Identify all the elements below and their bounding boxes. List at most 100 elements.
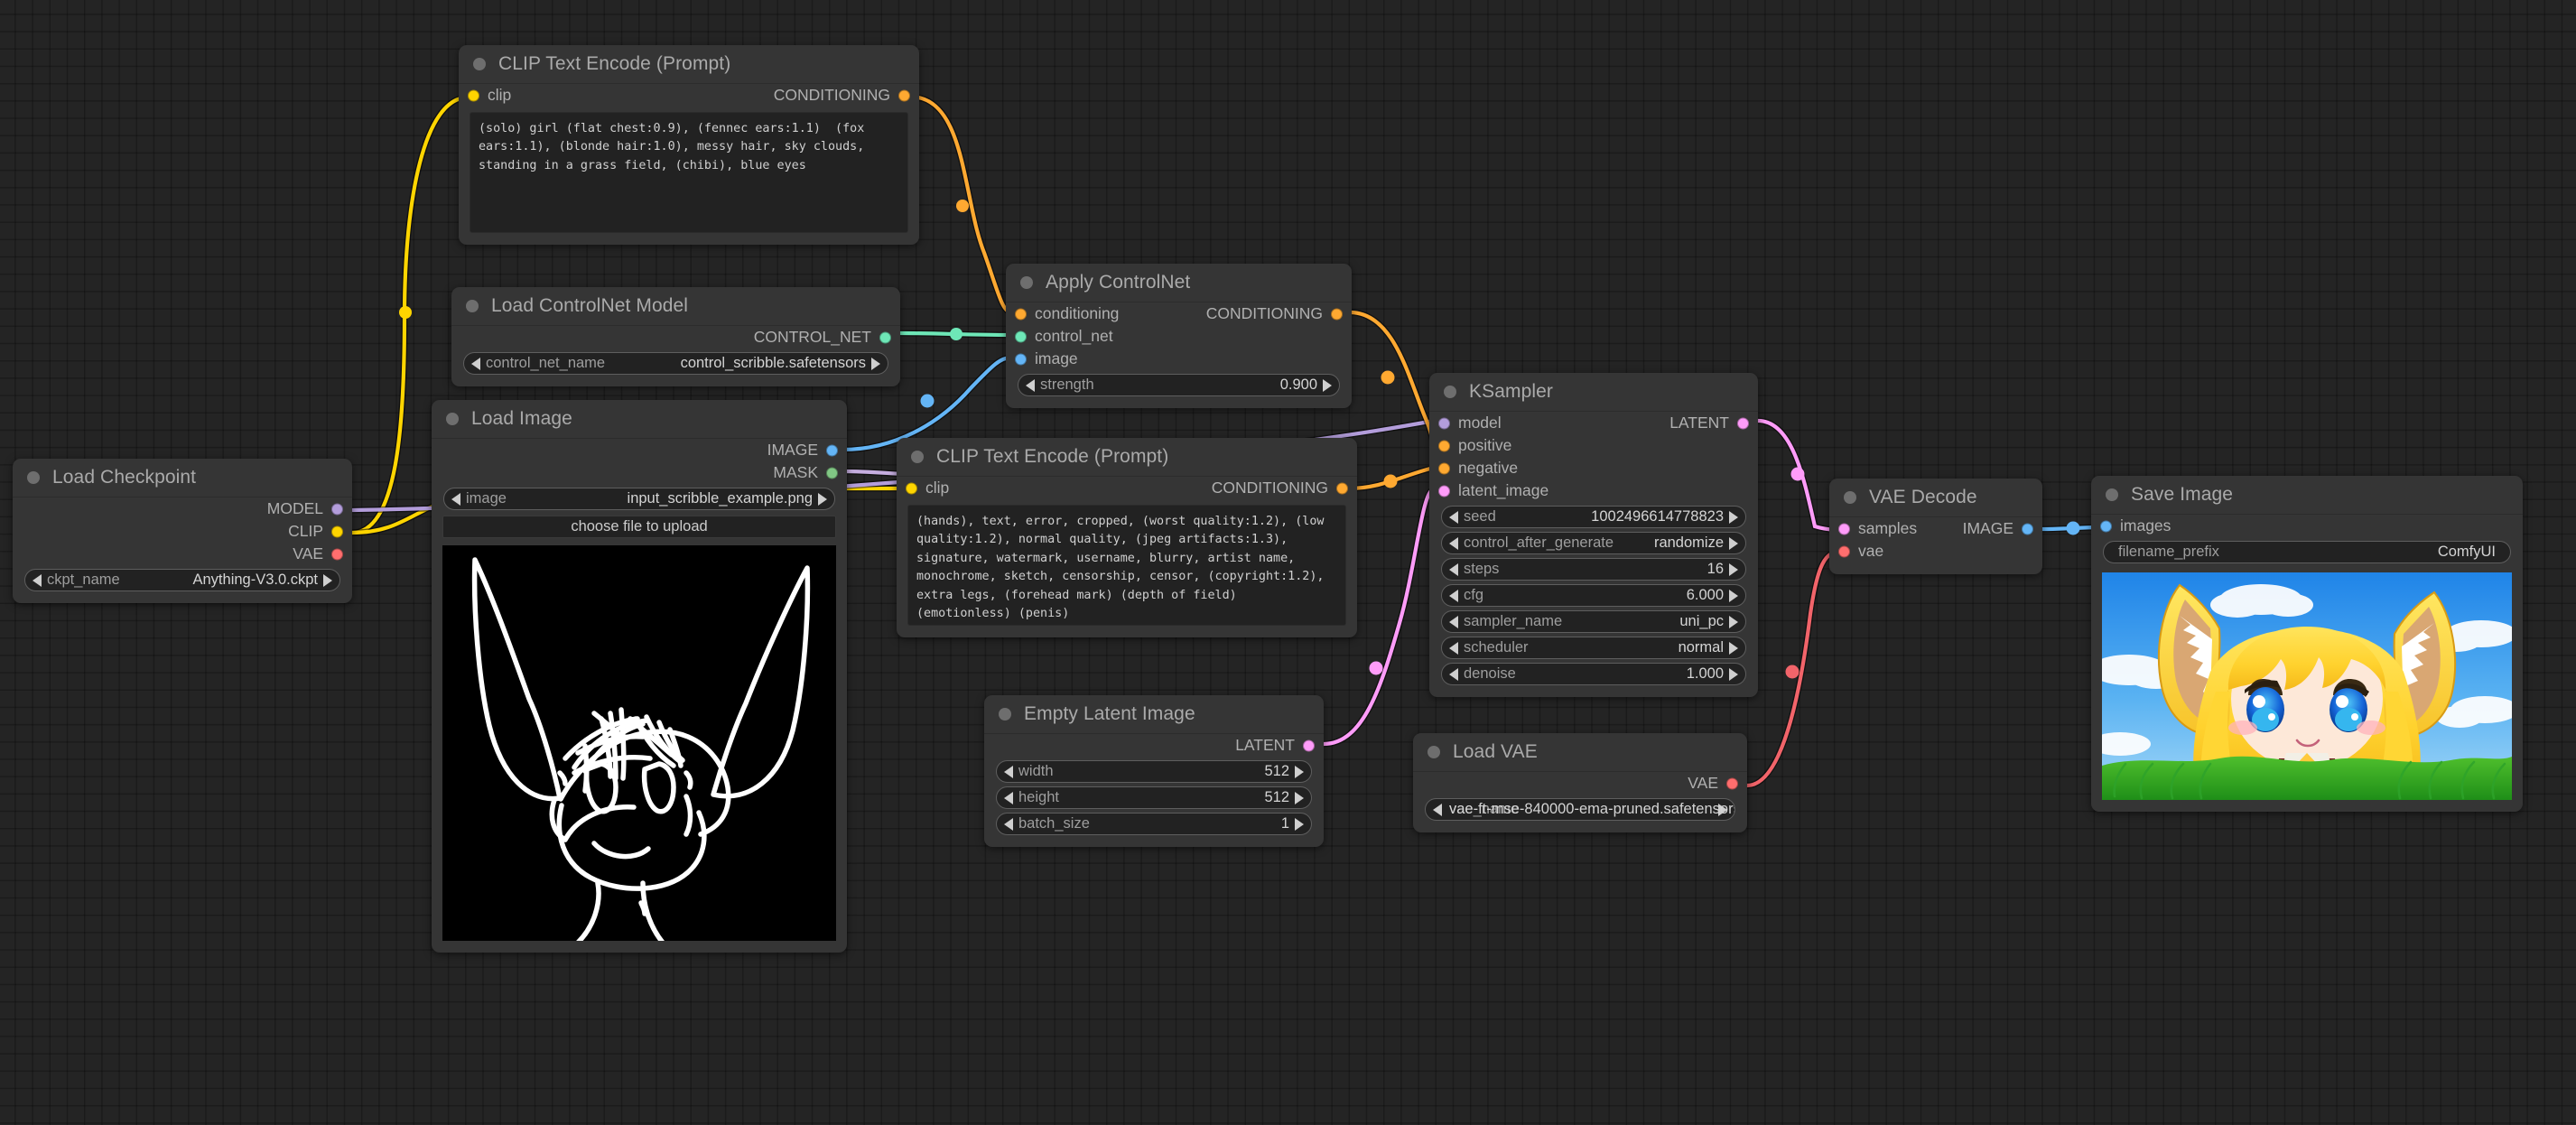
slot-dot-conditioning[interactable] — [898, 89, 910, 101]
node-title-bar[interactable]: CLIP Text Encode (Prompt) — [897, 438, 1357, 477]
output-slot-image[interactable]: IMAGE — [1829, 517, 2042, 540]
node-load-image[interactable]: Load Image IMAGE MASK image input_scribb… — [432, 400, 847, 953]
increment-arrow-icon[interactable] — [1323, 378, 1332, 392]
slot-dot-conditioning[interactable] — [1336, 482, 1348, 494]
comfyui-graph-canvas[interactable]: Load Checkpoint MODEL CLIP VAE ckpt_name… — [0, 0, 2576, 1125]
output-slot-mask[interactable]: MASK — [432, 461, 847, 484]
node-load-checkpoint[interactable]: Load Checkpoint MODEL CLIP VAE ckpt_name… — [13, 459, 352, 603]
slot-dot-latent[interactable] — [1737, 417, 1749, 429]
collapse-toggle-icon[interactable] — [911, 451, 924, 463]
decrement-arrow-icon[interactable] — [1449, 641, 1458, 655]
widget-denoise[interactable]: denoise 1.000 — [1441, 663, 1746, 685]
slot-dot-mask[interactable] — [826, 467, 838, 479]
widget-width[interactable]: width 512 — [996, 760, 1312, 783]
input-slot-control-net[interactable]: control_net — [1006, 325, 1352, 348]
decrement-arrow-icon[interactable] — [1449, 510, 1458, 524]
node-title-bar[interactable]: CLIP Text Encode (Prompt) — [459, 45, 919, 84]
decrement-arrow-icon[interactable] — [1449, 667, 1458, 681]
increment-arrow-icon[interactable] — [871, 357, 880, 370]
collapse-toggle-icon[interactable] — [1844, 491, 1856, 504]
slot-dot-latent[interactable] — [1303, 739, 1315, 751]
node-load-controlnet-model[interactable]: Load ControlNet Model CONTROL_NET contro… — [451, 287, 900, 386]
increment-arrow-icon[interactable] — [1295, 791, 1304, 804]
decrement-arrow-icon[interactable] — [1004, 817, 1013, 831]
prompt-textarea-positive[interactable]: (solo) girl (flat chest:0.9), (fennec ea… — [470, 112, 908, 233]
decrement-arrow-icon[interactable] — [1004, 765, 1013, 778]
slot-dot-positive[interactable] — [1438, 440, 1450, 451]
node-vae-decode[interactable]: VAE Decode samples IMAGE vae — [1829, 479, 2042, 574]
increment-arrow-icon[interactable] — [1729, 536, 1738, 550]
decrement-arrow-icon[interactable] — [471, 357, 480, 370]
node-title-bar[interactable]: Empty Latent Image — [984, 695, 1324, 734]
slot-dot-images[interactable] — [2100, 520, 2112, 532]
input-slot-images[interactable]: images — [2091, 515, 2523, 537]
slot-dot-vae[interactable] — [1726, 777, 1738, 789]
node-title-bar[interactable]: KSampler — [1429, 373, 1758, 412]
increment-arrow-icon[interactable] — [1295, 765, 1304, 778]
widget-steps[interactable]: steps 16 — [1441, 558, 1746, 581]
decrement-arrow-icon[interactable] — [1449, 615, 1458, 628]
node-empty-latent-image[interactable]: Empty Latent Image LATENT width 512 heig… — [984, 695, 1324, 847]
collapse-toggle-icon[interactable] — [1444, 386, 1456, 398]
output-slot-clip[interactable]: CLIP — [13, 520, 352, 543]
slot-dot-negative[interactable] — [1438, 462, 1450, 474]
node-ksampler[interactable]: KSampler model LATENT positive negative … — [1429, 373, 1758, 697]
slot-dot-latent-image[interactable] — [1438, 485, 1450, 497]
decrement-arrow-icon[interactable] — [1449, 536, 1458, 550]
increment-arrow-icon[interactable] — [1729, 562, 1738, 576]
widget-seed[interactable]: seed 1002496614778823 — [1441, 506, 1746, 528]
output-slot-latent[interactable]: LATENT — [984, 734, 1324, 757]
widget-control-after-generate[interactable]: control_after_generate randomize — [1441, 532, 1746, 554]
input-slot-positive[interactable]: positive — [1429, 434, 1758, 457]
input-slot-vae[interactable]: vae — [1829, 540, 2042, 562]
increment-arrow-icon[interactable] — [323, 573, 332, 587]
node-apply-controlnet[interactable]: Apply ControlNet conditioning CONDITIONI… — [1006, 264, 1352, 408]
collapse-toggle-icon[interactable] — [473, 58, 486, 70]
decrement-arrow-icon[interactable] — [1449, 562, 1458, 576]
input-slot-latent-image[interactable]: latent_image — [1429, 479, 1758, 502]
widget-height[interactable]: height 512 — [996, 786, 1312, 809]
slot-dot-vae[interactable] — [331, 548, 343, 560]
decrement-arrow-icon[interactable] — [451, 492, 460, 506]
output-slot-conditioning[interactable]: CONDITIONING — [897, 477, 1357, 499]
slot-dot-model[interactable] — [331, 503, 343, 515]
slot-dot-image[interactable] — [2022, 523, 2033, 535]
node-clip-text-encode-positive[interactable]: CLIP Text Encode (Prompt) clip CONDITION… — [459, 45, 919, 245]
increment-arrow-icon[interactable] — [1729, 589, 1738, 602]
slot-dot-conditioning-out[interactable] — [1331, 308, 1343, 320]
increment-arrow-icon[interactable] — [1729, 615, 1738, 628]
prompt-textarea-negative[interactable]: (hands), text, error, cropped, (worst qu… — [907, 505, 1346, 626]
node-save-image[interactable]: Save Image images filename_prefix ComfyU… — [2091, 476, 2523, 812]
output-slot-vae[interactable]: VAE — [13, 543, 352, 565]
widget-scheduler[interactable]: scheduler normal — [1441, 637, 1746, 659]
collapse-toggle-icon[interactable] — [1020, 276, 1033, 289]
node-clip-text-encode-negative[interactable]: CLIP Text Encode (Prompt) clip CONDITION… — [897, 438, 1357, 637]
widget-vae-name[interactable]: vae_name vae-ft-mse-840000-ema-pruned.sa… — [1425, 798, 1735, 821]
increment-arrow-icon[interactable] — [1729, 641, 1738, 655]
widget-sampler-name[interactable]: sampler_name uni_pc — [1441, 610, 1746, 633]
collapse-toggle-icon[interactable] — [999, 708, 1011, 721]
increment-arrow-icon[interactable] — [1729, 510, 1738, 524]
node-load-vae[interactable]: Load VAE VAE vae_name vae-ft-mse-840000-… — [1413, 733, 1747, 832]
increment-arrow-icon[interactable] — [1295, 817, 1304, 831]
input-slot-negative[interactable]: negative — [1429, 457, 1758, 479]
node-title-bar[interactable]: VAE Decode — [1829, 479, 2042, 517]
collapse-toggle-icon[interactable] — [446, 413, 459, 425]
slot-dot-image[interactable] — [826, 444, 838, 456]
collapse-toggle-icon[interactable] — [27, 471, 40, 484]
widget-strength[interactable]: strength 0.900 — [1018, 374, 1340, 396]
node-title-bar[interactable]: Save Image — [2091, 476, 2523, 515]
slot-dot-clip[interactable] — [331, 525, 343, 537]
decrement-arrow-icon[interactable] — [1004, 791, 1013, 804]
widget-image-name[interactable]: image input_scribble_example.png — [443, 488, 835, 510]
decrement-arrow-icon[interactable] — [1449, 589, 1458, 602]
widget-cfg[interactable]: cfg 6.000 — [1441, 584, 1746, 607]
decrement-arrow-icon[interactable] — [1433, 803, 1442, 816]
widget-control-net-name[interactable]: control_net_name control_scribble.safete… — [463, 352, 888, 375]
decrement-arrow-icon[interactable] — [1026, 378, 1035, 392]
choose-file-to-upload-button[interactable]: choose file to upload — [442, 516, 836, 538]
slot-dot-image[interactable] — [1015, 353, 1027, 365]
output-slot-vae[interactable]: VAE — [1413, 772, 1747, 795]
node-title-bar[interactable]: Load Image — [432, 400, 847, 439]
output-slot-model[interactable]: MODEL — [13, 497, 352, 520]
